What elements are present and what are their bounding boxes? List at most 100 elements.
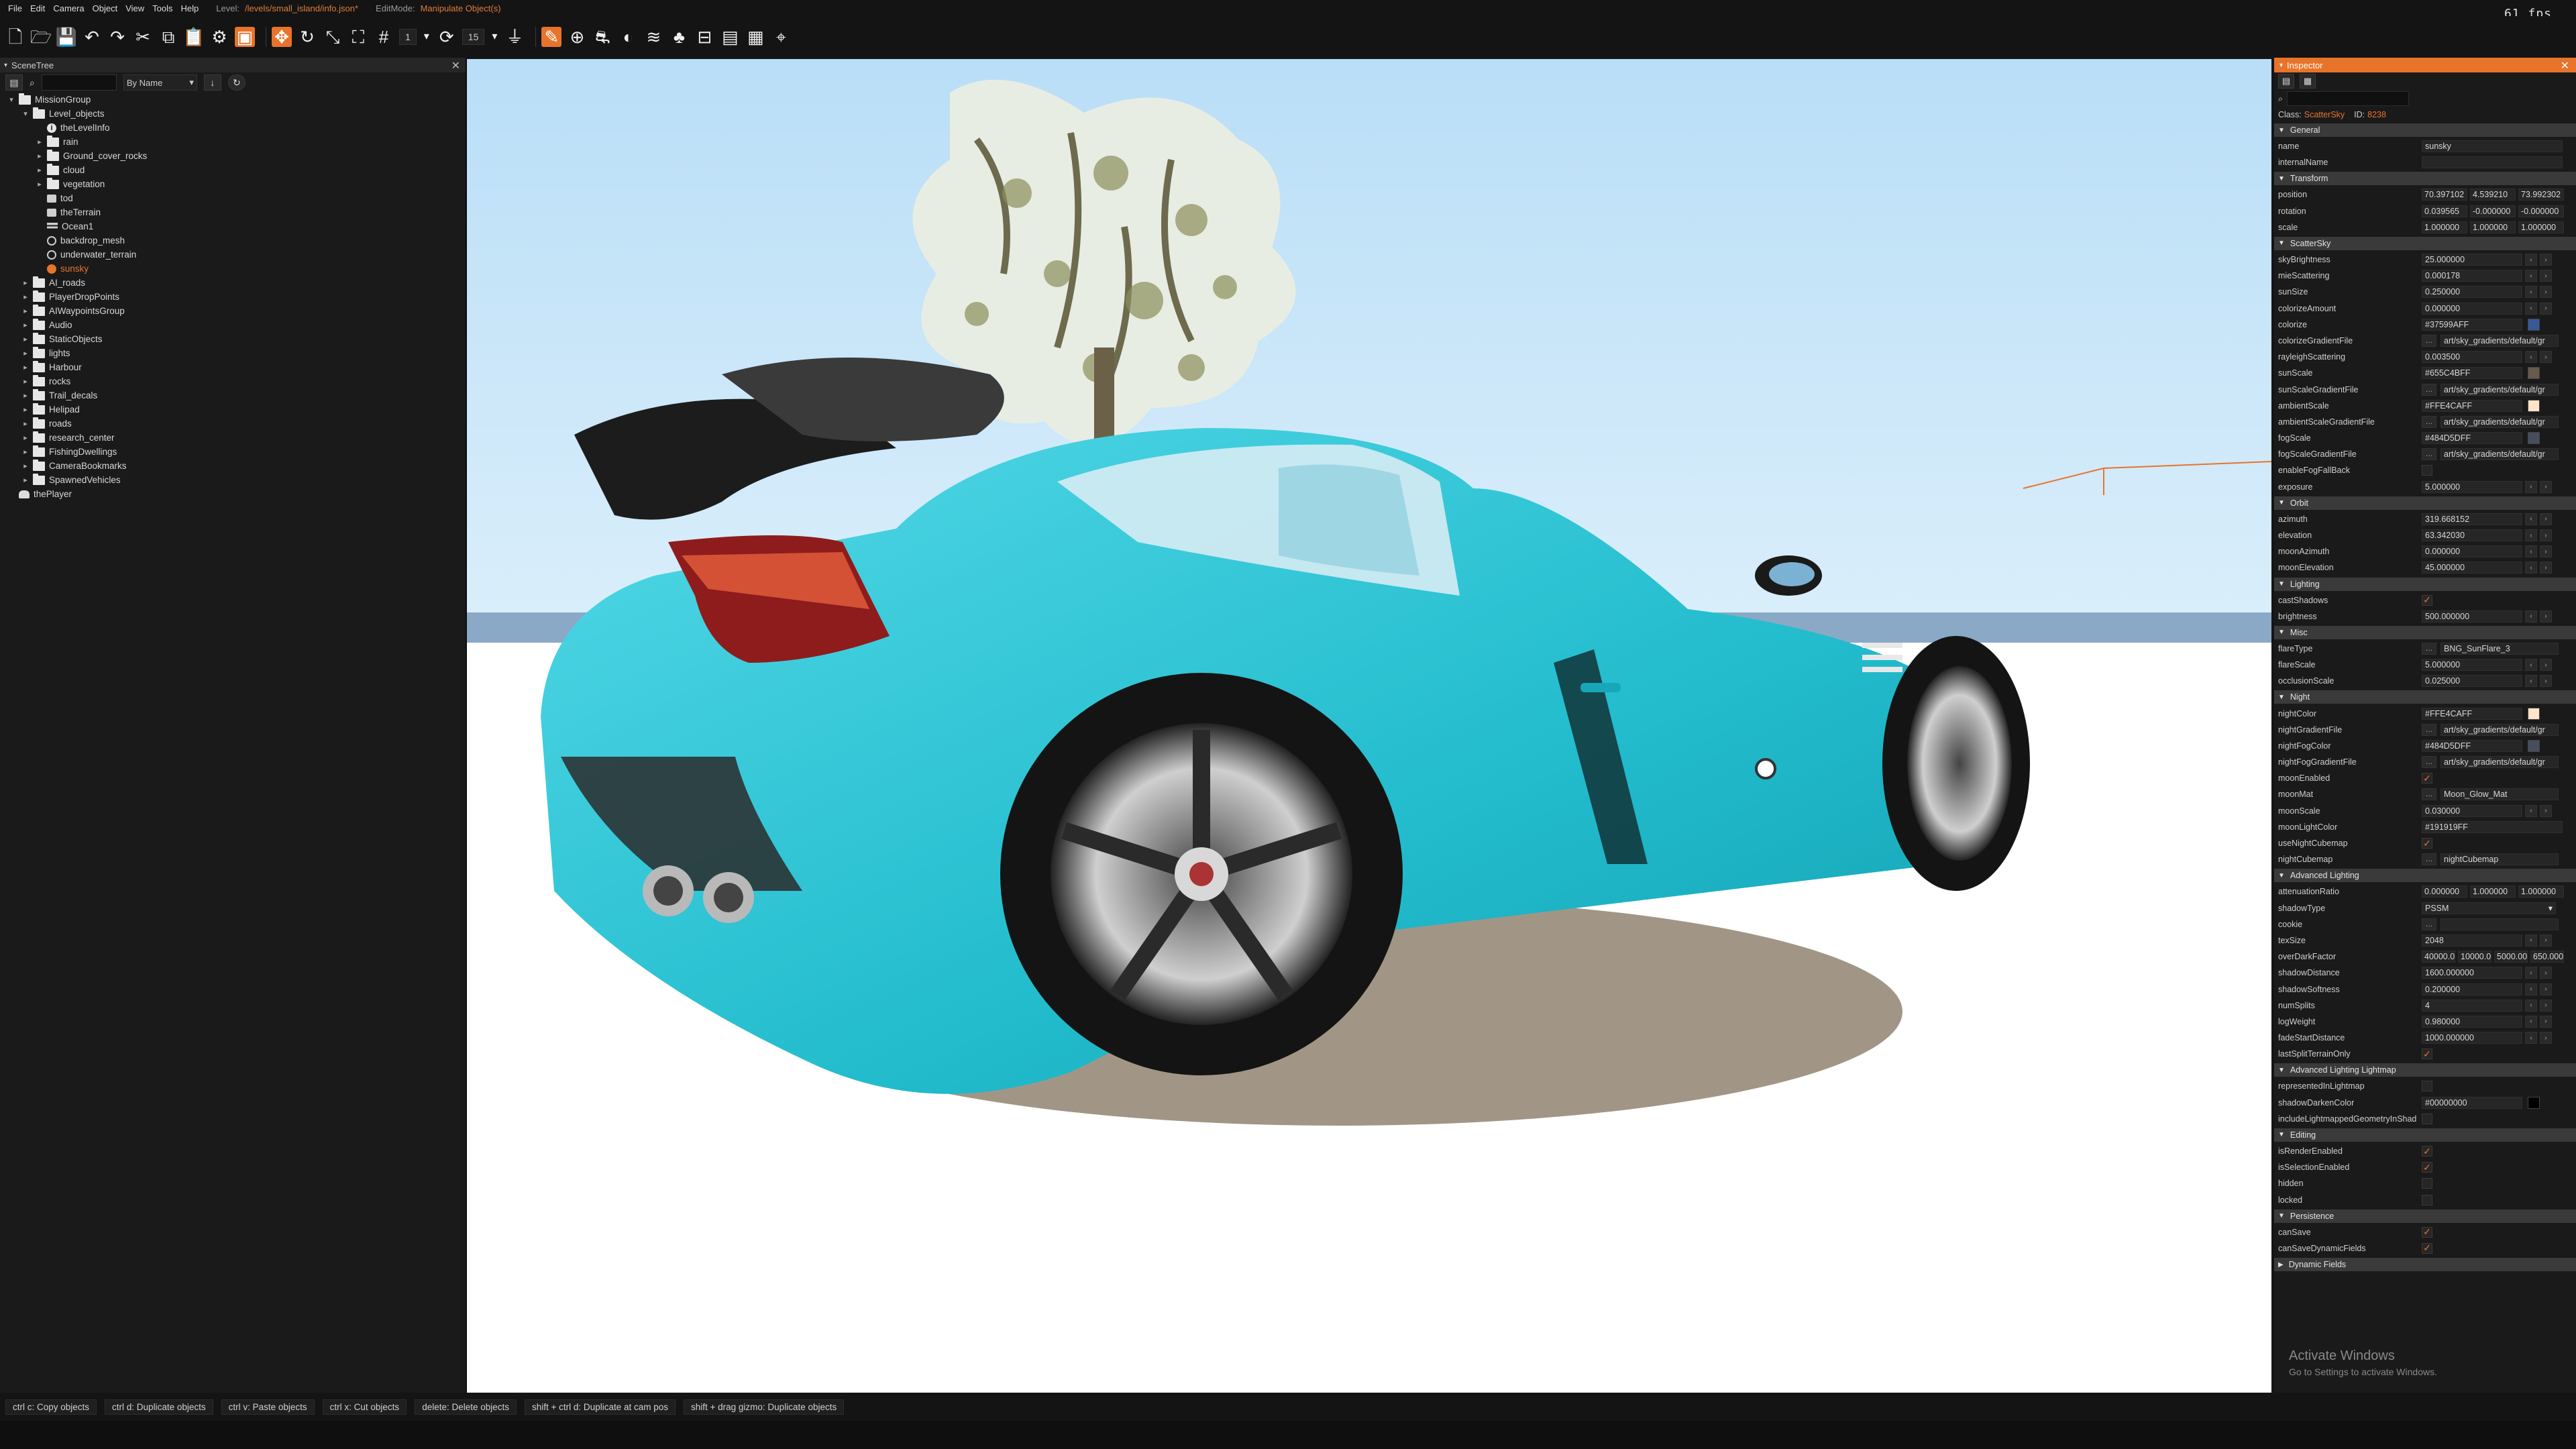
text-input[interactable] — [2422, 156, 2563, 169]
chevron-right-icon[interactable]: ▸ — [21, 321, 30, 329]
copy-fields-icon[interactable]: ▦ — [2300, 74, 2316, 89]
number-input[interactable]: 0.030000 — [2422, 804, 2522, 817]
number-input[interactable]: 0.000000 — [2422, 545, 2522, 558]
increment-icon[interactable]: › — [2540, 351, 2552, 364]
lock-selection-icon[interactable]: ▤ — [2278, 74, 2294, 89]
file-input[interactable]: art/sky_gradients/default/gr — [2440, 756, 2559, 769]
color-swatch[interactable] — [2528, 1096, 2540, 1109]
section-header[interactable]: ▼ Advanced Lighting Lightmap — [2274, 1063, 2576, 1077]
chevron-right-icon[interactable]: ▸ — [21, 462, 30, 470]
increment-icon[interactable]: › — [2540, 302, 2552, 315]
tree-item-camerabookmarks[interactable]: ▸ CameraBookmarks — [0, 459, 466, 473]
number-input[interactable]: 0.200000 — [2422, 983, 2522, 996]
tree-item-ai-roads[interactable]: ▸ AI_roads — [0, 276, 466, 290]
vector-component-input[interactable]: 40000.0 — [2422, 951, 2455, 963]
browse-icon[interactable]: … — [2422, 334, 2436, 347]
section-header[interactable]: ▼ Night — [2274, 690, 2576, 704]
copy-icon[interactable]: ⧉ — [158, 27, 178, 47]
browse-icon[interactable]: … — [2422, 448, 2436, 461]
redo-icon[interactable]: ↷ — [107, 27, 127, 47]
tree-item-playerdroppoints[interactable]: ▸ PlayerDropPoints — [0, 290, 466, 304]
file-input[interactable]: art/sky_gradients/default/gr — [2440, 415, 2559, 428]
close-icon[interactable]: ✕ — [2561, 59, 2569, 72]
sort-direction-icon[interactable]: ↓ — [203, 74, 221, 91]
tree-item-theplayer[interactable]: thePlayer — [0, 487, 466, 501]
tree-item-lights[interactable]: ▸ lights — [0, 346, 466, 360]
increment-icon[interactable]: › — [2540, 1015, 2552, 1028]
vector-component-input[interactable]: 10000.0 — [2458, 951, 2491, 963]
color-value-input[interactable]: #FFE4CAFF — [2422, 399, 2522, 412]
file-input[interactable]: art/sky_gradients/default/gr — [2440, 448, 2559, 461]
chevron-right-icon[interactable]: ▸ — [35, 166, 44, 174]
checkbox-checked[interactable]: ✓ — [2422, 1049, 2432, 1060]
vector-component-input[interactable]: 0.039565 — [2422, 205, 2467, 217]
color-value-input[interactable]: #484D5DFF — [2422, 432, 2522, 445]
vector-component-input[interactable]: 650.000 — [2530, 951, 2564, 963]
tree-item-level-objects[interactable]: ▾ Level_objects — [0, 107, 466, 121]
chevron-right-icon[interactable]: ▸ — [21, 377, 30, 386]
decrement-icon[interactable]: ‹ — [2525, 351, 2537, 364]
tree-item-harbour[interactable]: ▸ Harbour — [0, 360, 466, 374]
translate-gizmo-icon[interactable]: ✥ — [272, 27, 292, 47]
number-input[interactable]: 319.668152 — [2422, 513, 2522, 525]
tree-item-research-center[interactable]: ▸ research_center — [0, 431, 466, 445]
world-local-icon[interactable]: ⛶ — [348, 27, 368, 47]
menu-camera[interactable]: Camera — [53, 3, 84, 13]
decrement-icon[interactable]: ‹ — [2525, 529, 2537, 542]
file-input[interactable]: nightCubemap — [2440, 853, 2559, 866]
browse-icon[interactable]: … — [2422, 642, 2436, 655]
decrement-icon[interactable]: ‹ — [2525, 286, 2537, 299]
vector-component-input[interactable]: 0.000000 — [2422, 885, 2467, 898]
increment-icon[interactable]: › — [2540, 804, 2552, 817]
rotate-gizmo-icon[interactable]: ↻ — [297, 27, 317, 47]
chevron-right-icon[interactable]: ▸ — [21, 476, 30, 484]
checkbox-checked[interactable]: ✓ — [2422, 1226, 2432, 1238]
number-input[interactable]: 4 — [2422, 999, 2522, 1012]
vector-component-input[interactable]: 1.000000 — [2470, 885, 2516, 898]
number-input[interactable]: 63.342030 — [2422, 529, 2522, 542]
number-input[interactable]: 1000.000000 — [2422, 1032, 2522, 1044]
checkbox-checked[interactable]: ✓ — [2422, 1242, 2432, 1254]
section-header[interactable]: ▼ General — [2274, 123, 2576, 137]
chevron-right-icon[interactable]: ▸ — [35, 138, 44, 146]
browse-icon[interactable]: … — [2422, 383, 2436, 396]
gear-icon[interactable]: ⚙ — [209, 27, 229, 47]
text-input[interactable]: #191919FF — [2422, 820, 2563, 833]
chevron-right-icon[interactable]: ▸ — [21, 335, 30, 343]
checkbox-checked[interactable]: ✓ — [2422, 773, 2432, 784]
river-icon[interactable]: ▦ — [745, 27, 765, 47]
close-icon[interactable]: ✕ — [451, 59, 460, 72]
vector-component-input[interactable]: 4.539210 — [2470, 189, 2516, 201]
chevron-right-icon[interactable]: ▸ — [21, 349, 30, 358]
vector-component-input[interactable]: -0.000000 — [2518, 205, 2564, 217]
chevron-right-icon[interactable]: ▸ — [21, 363, 30, 372]
dropdown-select[interactable]: PSSM ▾ — [2422, 902, 2556, 914]
decrement-icon[interactable]: ‹ — [2525, 545, 2537, 558]
color-value-input[interactable]: #655C4BFF — [2422, 367, 2522, 380]
new-group-icon[interactable]: ▤ — [5, 74, 23, 91]
collapse-triangle-icon[interactable]: ▾ — [2279, 62, 2283, 69]
grid-snap-value[interactable]: 1 — [399, 29, 417, 45]
vector-component-input[interactable]: -0.000000 — [2470, 205, 2516, 217]
undo-icon[interactable]: ↶ — [82, 27, 102, 47]
decrement-icon[interactable]: ‹ — [2525, 254, 2537, 266]
menu-view[interactable]: View — [125, 3, 144, 13]
checkbox-unchecked[interactable] — [2422, 1194, 2432, 1205]
color-swatch[interactable] — [2528, 318, 2540, 331]
section-header[interactable]: ▼ Orbit — [2274, 496, 2576, 510]
chevron-right-icon[interactable]: ▸ — [21, 292, 30, 301]
tree-item-helipad[interactable]: ▸ Helipad — [0, 402, 466, 417]
file-input[interactable]: art/sky_gradients/default/gr — [2440, 334, 2559, 347]
chevron-down-icon[interactable]: ▾ — [21, 109, 30, 118]
increment-icon[interactable]: › — [2540, 513, 2552, 525]
browse-icon[interactable]: … — [2422, 918, 2436, 930]
chevron-right-icon[interactable]: ▸ — [21, 419, 30, 428]
tree-item-ocean1[interactable]: Ocean1 — [0, 219, 466, 233]
increment-icon[interactable]: › — [2540, 545, 2552, 558]
color-swatch[interactable] — [2528, 367, 2540, 380]
increment-icon[interactable]: › — [2540, 254, 2552, 266]
angle-snap-icon[interactable]: ⟳ — [437, 27, 457, 47]
dropdown-chevron-icon[interactable]: ▾ — [490, 27, 499, 47]
3d-viewport[interactable] — [467, 59, 2271, 1393]
color-value-input[interactable]: #37599AFF — [2422, 318, 2522, 331]
